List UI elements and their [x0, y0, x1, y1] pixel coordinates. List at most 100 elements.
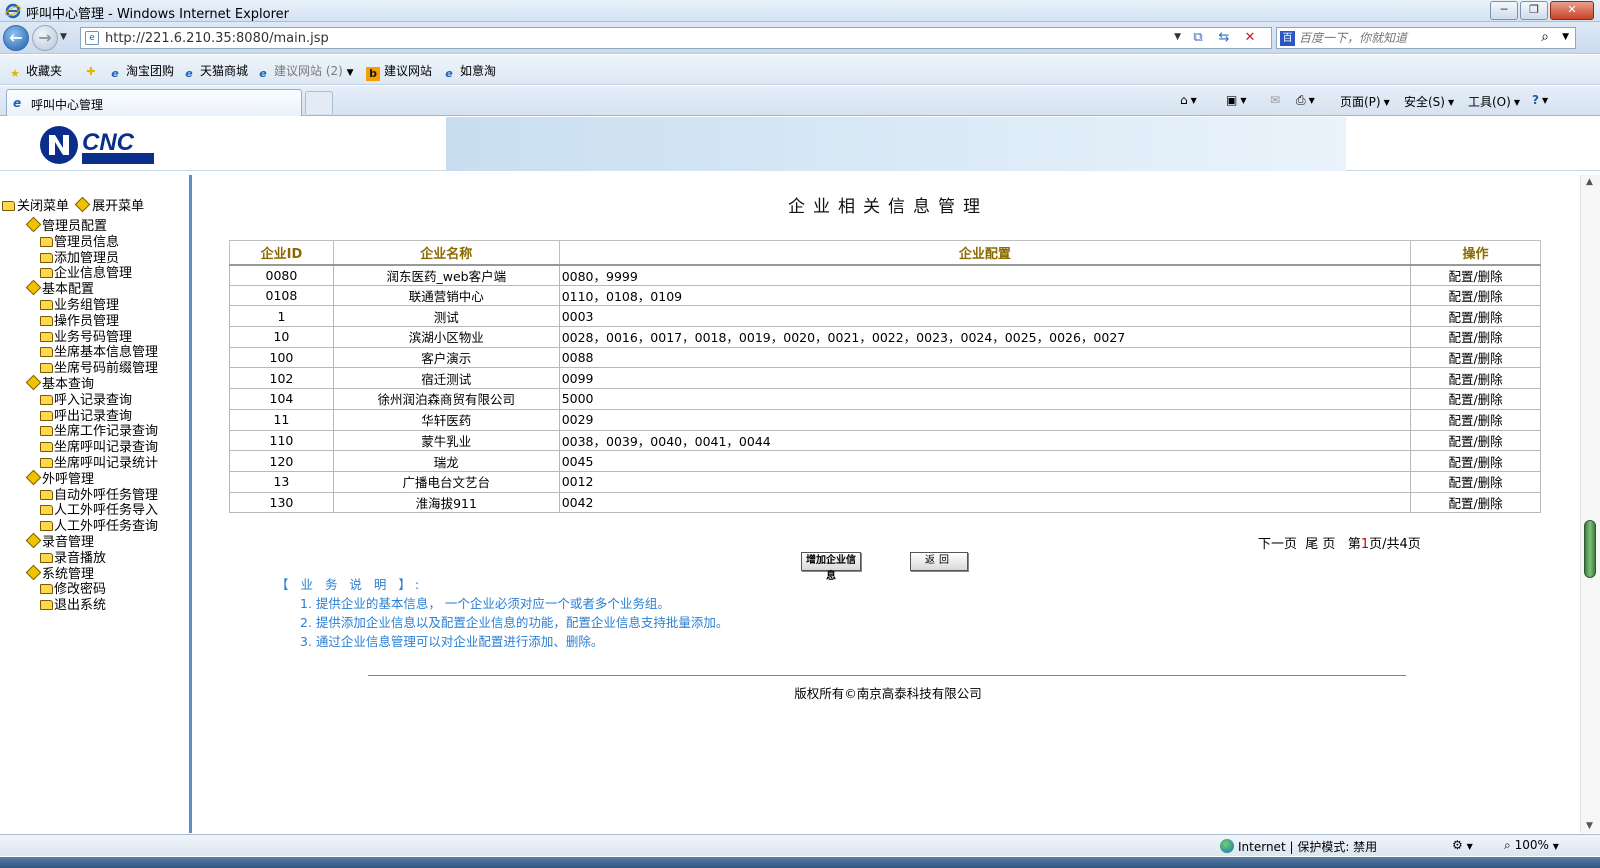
cell-config: 5000: [558, 388, 1412, 410]
last-page-link[interactable]: 尾 页: [1305, 537, 1335, 552]
sidebar-item[interactable]: 人工外呼任务导入: [40, 503, 158, 519]
sidebar-item[interactable]: 录音播放: [40, 551, 158, 567]
compat-view-icon[interactable]: ⧉: [1189, 30, 1207, 46]
close-window-button[interactable]: ✕: [1550, 1, 1594, 20]
cell-action[interactable]: 配置/删除: [1410, 305, 1541, 328]
chevron-down-icon: ▼: [1513, 98, 1520, 107]
cell-action[interactable]: 配置/删除: [1410, 284, 1541, 307]
expand-menu-link[interactable]: 展开菜单: [73, 196, 144, 214]
add-favorite-button[interactable]: ✚: [84, 62, 102, 79]
table-row: 13 广播电台文艺台 0012 配置/删除: [229, 470, 1541, 493]
address-url[interactable]: http://221.6.210.35:8080/main.jsp: [105, 31, 329, 46]
sidebar-item[interactable]: 呼入记录查询: [40, 393, 158, 409]
scroll-down-icon[interactable]: ▼: [1586, 821, 1593, 831]
table-row: 110 蒙牛乳业 0038，0039，0040，0041，0044 配置/删除: [229, 429, 1541, 452]
address-bar[interactable]: e http://221.6.210.35:8080/main.jsp ▼ ⧉ …: [80, 27, 1272, 49]
sidebar-item[interactable]: 企业信息管理: [40, 266, 158, 282]
search-icon[interactable]: ⌕: [1541, 29, 1549, 45]
page-menu[interactable]: 页面(P) ▼: [1340, 93, 1390, 110]
sidebar-item[interactable]: 业务号码管理: [40, 330, 158, 346]
fav-link-tmall[interactable]: e 天猫商城: [182, 62, 248, 81]
sidebar-item[interactable]: 呼出记录查询: [40, 409, 158, 425]
cell-action[interactable]: 配置/删除: [1410, 367, 1541, 390]
cell-action[interactable]: 配置/删除: [1410, 326, 1541, 348]
fav-link-suggested[interactable]: b 建议网站: [366, 62, 432, 81]
cell-action[interactable]: 配置/删除: [1410, 429, 1541, 452]
notes-item: 3. 通过企业信息管理可以对企业配置进行添加、删除。: [300, 634, 604, 649]
sidebar-group[interactable]: 基本查询: [25, 374, 158, 393]
col-header-name: 企业名称: [332, 240, 560, 266]
zoom-control[interactable]: ⌕ 100% ▼: [1504, 838, 1559, 853]
print-button[interactable]: ⎙ ▼: [1296, 93, 1315, 108]
fav-suggested-sites-dropdown[interactable]: e 建议网站 (2) ▼: [256, 62, 353, 81]
back-page-button[interactable]: 返回: [910, 552, 968, 571]
sidebar-group[interactable]: 录音管理: [25, 532, 158, 551]
sidebar-item[interactable]: 管理员信息: [40, 235, 158, 251]
status-bar: Internet | 保护模式: 禁用 ⚙ ▼ ⌕ 100% ▼: [0, 834, 1600, 856]
cell-action[interactable]: 配置/删除: [1410, 470, 1541, 493]
tab-callcenter[interactable]: e 呼叫中心管理: [6, 89, 302, 116]
refresh-icon[interactable]: ⇆: [1215, 30, 1233, 46]
close-menu-link[interactable]: 关闭菜单: [2, 199, 69, 214]
minimize-button[interactable]: ─: [1490, 1, 1518, 20]
stop-icon[interactable]: ✕: [1241, 30, 1259, 46]
help-button[interactable]: ? ▼: [1532, 93, 1548, 107]
home-icon: ⌂: [1180, 93, 1188, 107]
sidebar-item[interactable]: 坐席呼叫记录查询: [40, 440, 158, 456]
scroll-thumb[interactable]: [1584, 520, 1596, 578]
home-button[interactable]: ⌂ ▼: [1180, 93, 1197, 107]
cell-name: 滨湖小区物业: [332, 326, 560, 348]
search-input[interactable]: [1299, 30, 1539, 46]
cell-name: 客户演示: [332, 346, 560, 369]
protected-mode-icon[interactable]: ⚙ ▼: [1452, 838, 1473, 852]
cell-action[interactable]: 配置/删除: [1410, 408, 1541, 431]
cell-action[interactable]: 配置/删除: [1410, 450, 1541, 472]
fav-link-taobao[interactable]: e 淘宝团购: [108, 62, 174, 81]
new-tab-button[interactable]: [305, 91, 333, 114]
sidebar-item[interactable]: 添加管理员: [40, 251, 158, 267]
fav-link-ruyitao[interactable]: e 如意淘: [442, 62, 496, 81]
sidebar-item[interactable]: 坐席呼叫记录统计: [40, 456, 158, 472]
next-page-link[interactable]: 下一页: [1258, 537, 1297, 552]
forward-button[interactable]: →: [32, 25, 58, 51]
sidebar-item[interactable]: 操作员管理: [40, 314, 158, 330]
page-scrollbar[interactable]: ▲ ▼: [1580, 175, 1600, 833]
cell-action[interactable]: 配置/删除: [1410, 388, 1541, 410]
add-enterprise-button[interactable]: 增加企业信息: [801, 552, 861, 582]
sidebar-group[interactable]: 管理员配置: [25, 216, 158, 235]
sidebar-group[interactable]: 基本配置: [25, 279, 158, 298]
search-box[interactable]: 百 ⌕ ▼: [1276, 27, 1576, 49]
scroll-up-icon[interactable]: ▲: [1586, 177, 1593, 187]
diamond-icon: [74, 196, 91, 213]
sidebar-item[interactable]: 业务组管理: [40, 298, 158, 314]
search-dropdown-icon[interactable]: ▼: [1562, 32, 1569, 42]
current-page: 1: [1360, 537, 1370, 552]
table-row: 0108 联通营销中心 0110，0108，0109 配置/删除: [229, 284, 1541, 307]
security-zone[interactable]: Internet | 保护模式: 禁用: [1220, 838, 1377, 855]
sidebar-item[interactable]: 坐席号码前缀管理: [40, 361, 158, 377]
back-button[interactable]: ←: [3, 25, 29, 51]
favorites-button[interactable]: ★ 收藏夹: [8, 62, 62, 81]
cell-action[interactable]: 配置/删除: [1410, 491, 1541, 514]
mail-button[interactable]: ✉: [1270, 93, 1280, 107]
tools-menu[interactable]: 工具(O) ▼: [1468, 93, 1520, 110]
notes-item: 2. 提供添加企业信息以及配置企业信息的功能，配置企业信息支持批量添加。: [300, 615, 729, 630]
cell-config: 0045: [558, 450, 1412, 472]
sidebar-group[interactable]: 系统管理: [25, 564, 158, 583]
cell-action[interactable]: 配置/删除: [1410, 264, 1541, 286]
page-content: CNC 关闭菜单 展开菜单 管理员配置 管理员信息 添加管理员 企业信息管理 基本配置业…: [0, 117, 1600, 833]
feeds-button[interactable]: ▣ ▼: [1226, 93, 1247, 107]
folder-icon: [40, 363, 53, 374]
history-dropdown-icon[interactable]: ▼: [60, 32, 67, 42]
sidebar-item[interactable]: 坐席基本信息管理: [40, 345, 158, 361]
address-dropdown-icon[interactable]: ▼: [1174, 32, 1181, 42]
cell-action[interactable]: 配置/删除: [1410, 346, 1541, 369]
sidebar-group[interactable]: 外呼管理: [25, 469, 158, 488]
sidebar-item[interactable]: 修改密码: [40, 582, 158, 598]
sidebar-item[interactable]: 人工外呼任务查询: [40, 519, 158, 535]
sidebar-item[interactable]: 退出系统: [40, 598, 158, 614]
sidebar-item[interactable]: 坐席工作记录查询: [40, 424, 158, 440]
restore-button[interactable]: ❐: [1520, 1, 1548, 20]
safety-menu[interactable]: 安全(S) ▼: [1404, 93, 1454, 110]
sidebar-item[interactable]: 自动外呼任务管理: [40, 488, 158, 504]
